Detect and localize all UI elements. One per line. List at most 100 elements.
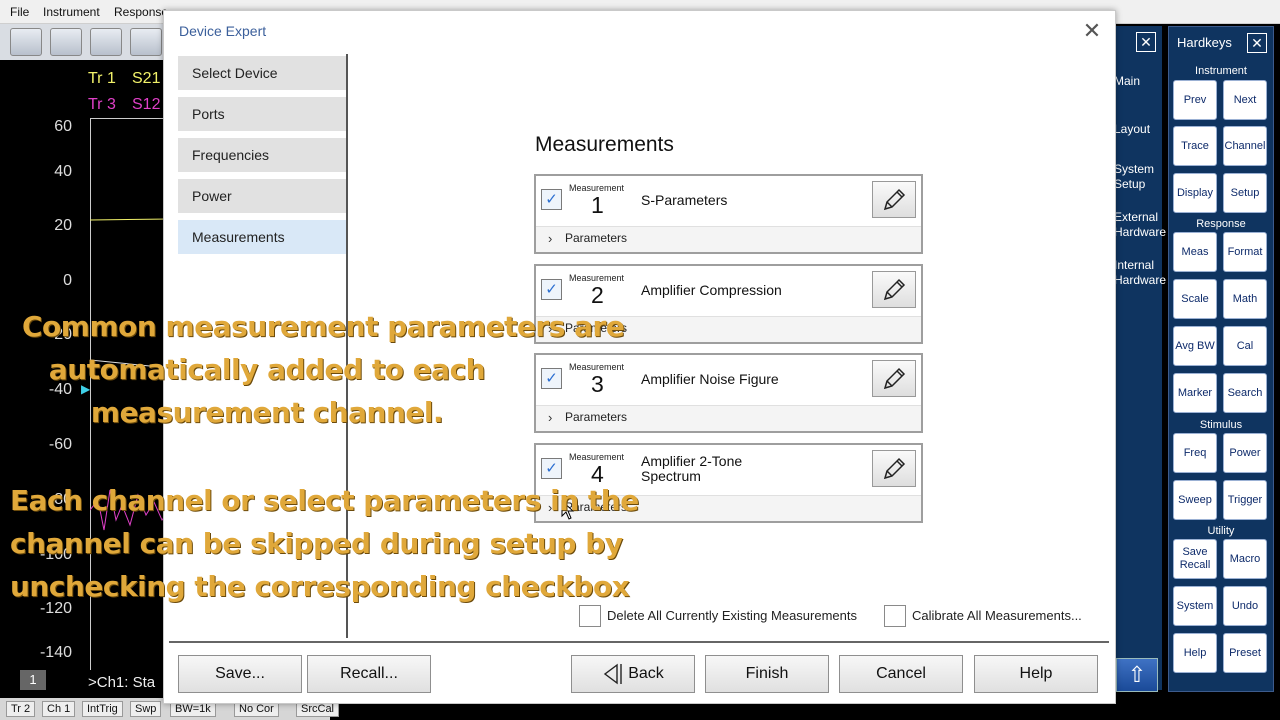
status-trigger[interactable]: IntTrig — [82, 701, 123, 717]
menu-response[interactable]: Response — [114, 5, 168, 19]
annotation-line: Each channel or select parameters in the — [10, 484, 639, 517]
hardkey-channel[interactable]: Channel — [1223, 126, 1267, 166]
back-button[interactable]: Back — [571, 655, 695, 693]
measurement-checkbox[interactable]: ✓ — [541, 368, 562, 389]
close-icon[interactable]: ✕ — [1136, 32, 1156, 52]
trace-param-tr1: S21 — [132, 70, 161, 87]
measurement-checkbox[interactable]: ✓ — [541, 279, 562, 300]
softkey-main[interactable]: Main — [1114, 74, 1140, 89]
chevron-right-icon: › — [548, 231, 553, 246]
menu-file[interactable]: File — [10, 5, 29, 19]
hardkeys-section-label: Instrument — [1195, 65, 1247, 77]
softkey-layout[interactable]: Layout — [1114, 122, 1150, 137]
edit-button[interactable] — [872, 181, 916, 218]
capture-icon[interactable] — [130, 28, 162, 56]
hardkey-meas[interactable]: Meas — [1173, 232, 1217, 272]
hardkey-next[interactable]: Next — [1223, 80, 1267, 120]
hardkey-undo[interactable]: Undo — [1223, 586, 1267, 626]
y-tick: 20 — [54, 217, 72, 234]
upload-icon[interactable]: ⇧ — [1116, 658, 1158, 692]
marker-tool-icon[interactable] — [90, 28, 122, 56]
redo-icon[interactable] — [50, 28, 82, 56]
annotation-line: Common measurement parameters are — [22, 310, 625, 343]
hardkey-scale[interactable]: Scale — [1173, 279, 1217, 319]
menu-instrument[interactable]: Instrument — [43, 5, 100, 19]
annotation-line: unchecking the corresponding checkbox — [10, 570, 630, 603]
nav-measurements[interactable]: Measurements — [178, 220, 346, 254]
parameters-expander[interactable]: › Parameters — [536, 226, 921, 252]
measurements-heading: Measurements — [535, 133, 674, 156]
annotation-line: automatically added to each — [48, 353, 486, 386]
status-trace[interactable]: Tr 2 — [6, 701, 36, 717]
channel-number-box[interactable]: 1 — [20, 670, 46, 690]
hardkey-format[interactable]: Format — [1223, 232, 1267, 272]
cancel-button[interactable]: Cancel — [839, 655, 963, 693]
recall-button[interactable]: Recall... — [307, 655, 431, 693]
measurement-number: 2 — [591, 282, 604, 308]
hardkeys-section-label: Response — [1196, 218, 1246, 230]
hardkey-setup[interactable]: Setup — [1223, 173, 1267, 213]
parameters-expander[interactable]: › Parameters — [536, 405, 921, 431]
channel-status: >Ch1: Sta — [88, 674, 156, 691]
pencil-icon — [883, 367, 906, 389]
hardkey-math[interactable]: Math — [1223, 279, 1267, 319]
hardkey-trigger[interactable]: Trigger — [1223, 480, 1267, 520]
undo-icon[interactable] — [10, 28, 42, 56]
measurement-card: ✓ Measurement 1 S-Parameters › Parameter… — [534, 174, 923, 254]
close-icon[interactable]: ✕ — [1247, 33, 1267, 53]
delete-existing-checkbox[interactable] — [579, 605, 601, 627]
hardkey-display[interactable]: Display — [1173, 173, 1217, 213]
measurement-name: Amplifier 2-Tone Spectrum — [641, 453, 743, 484]
trace-param-tr3: S12 — [132, 96, 161, 113]
hardkey-sweep[interactable]: Sweep — [1173, 480, 1217, 520]
measurement-name: S-Parameters — [641, 192, 728, 208]
hardkey-trace[interactable]: Trace — [1173, 126, 1217, 166]
measurement-checkbox[interactable]: ✓ — [541, 189, 562, 210]
hardkeys-panel: Hardkeys ✕ Instrument Prev Next Trace Ch… — [1168, 26, 1274, 692]
dialog-title: Device Expert — [179, 23, 267, 39]
pencil-icon — [883, 278, 906, 300]
close-icon[interactable]: ✕ — [1080, 19, 1104, 43]
status-channel[interactable]: Ch 1 — [42, 701, 76, 717]
hardkey-prev[interactable]: Prev — [1173, 80, 1217, 120]
y-tick: 60 — [54, 118, 72, 135]
hardkey-save-recall[interactable]: Save Recall — [1173, 539, 1217, 579]
softkey-system-setup[interactable]: System Setup — [1114, 162, 1160, 192]
measurement-checkbox[interactable]: ✓ — [541, 458, 562, 479]
hardkey-preset[interactable]: Preset — [1223, 633, 1267, 673]
hardkey-search[interactable]: Search — [1223, 373, 1267, 413]
hardkey-cal[interactable]: Cal — [1223, 326, 1267, 366]
annotation-line: measurement channel. — [90, 396, 444, 429]
nav-power[interactable]: Power — [178, 179, 346, 213]
hardkeys-section-label: Stimulus — [1199, 419, 1243, 431]
hardkey-help[interactable]: Help — [1173, 633, 1217, 673]
edit-button[interactable] — [872, 360, 916, 397]
hardkey-macro[interactable]: Macro — [1223, 539, 1267, 579]
hardkey-avg-bw[interactable]: Avg BW — [1173, 326, 1217, 366]
hardkey-freq[interactable]: Freq — [1173, 433, 1217, 473]
nav-ports[interactable]: Ports — [178, 97, 346, 131]
nav-select-device[interactable]: Select Device — [178, 56, 346, 90]
calibrate-all-checkbox[interactable] — [884, 605, 906, 627]
calibrate-all-label: Calibrate All Measurements... — [912, 608, 1082, 623]
status-sweep[interactable]: Swp — [130, 701, 162, 717]
softkey-internal-hardware[interactable]: Internal Hardware — [1114, 258, 1166, 288]
measurement-number: 1 — [591, 192, 604, 218]
hardkeys-section-label: Utility — [1207, 525, 1235, 537]
annotation-line: channel can be skipped during setup by — [10, 527, 623, 560]
hardkey-marker[interactable]: Marker — [1173, 373, 1217, 413]
footer-divider — [169, 641, 1109, 643]
delete-existing-label: Delete All Currently Existing Measuremen… — [607, 608, 857, 623]
hardkey-power[interactable]: Power — [1223, 433, 1267, 473]
hardkey-system[interactable]: System — [1173, 586, 1217, 626]
edit-button[interactable] — [872, 450, 916, 487]
edit-button[interactable] — [872, 271, 916, 308]
chevron-right-icon: › — [548, 410, 553, 425]
save-button[interactable]: Save... — [178, 655, 302, 693]
y-tick: -60 — [48, 436, 72, 453]
nav-frequencies[interactable]: Frequencies — [178, 138, 346, 172]
finish-button[interactable]: Finish — [705, 655, 829, 693]
softkey-external-hardware[interactable]: External Hardware — [1114, 210, 1166, 240]
toolbar — [0, 24, 170, 60]
help-button[interactable]: Help — [974, 655, 1098, 693]
